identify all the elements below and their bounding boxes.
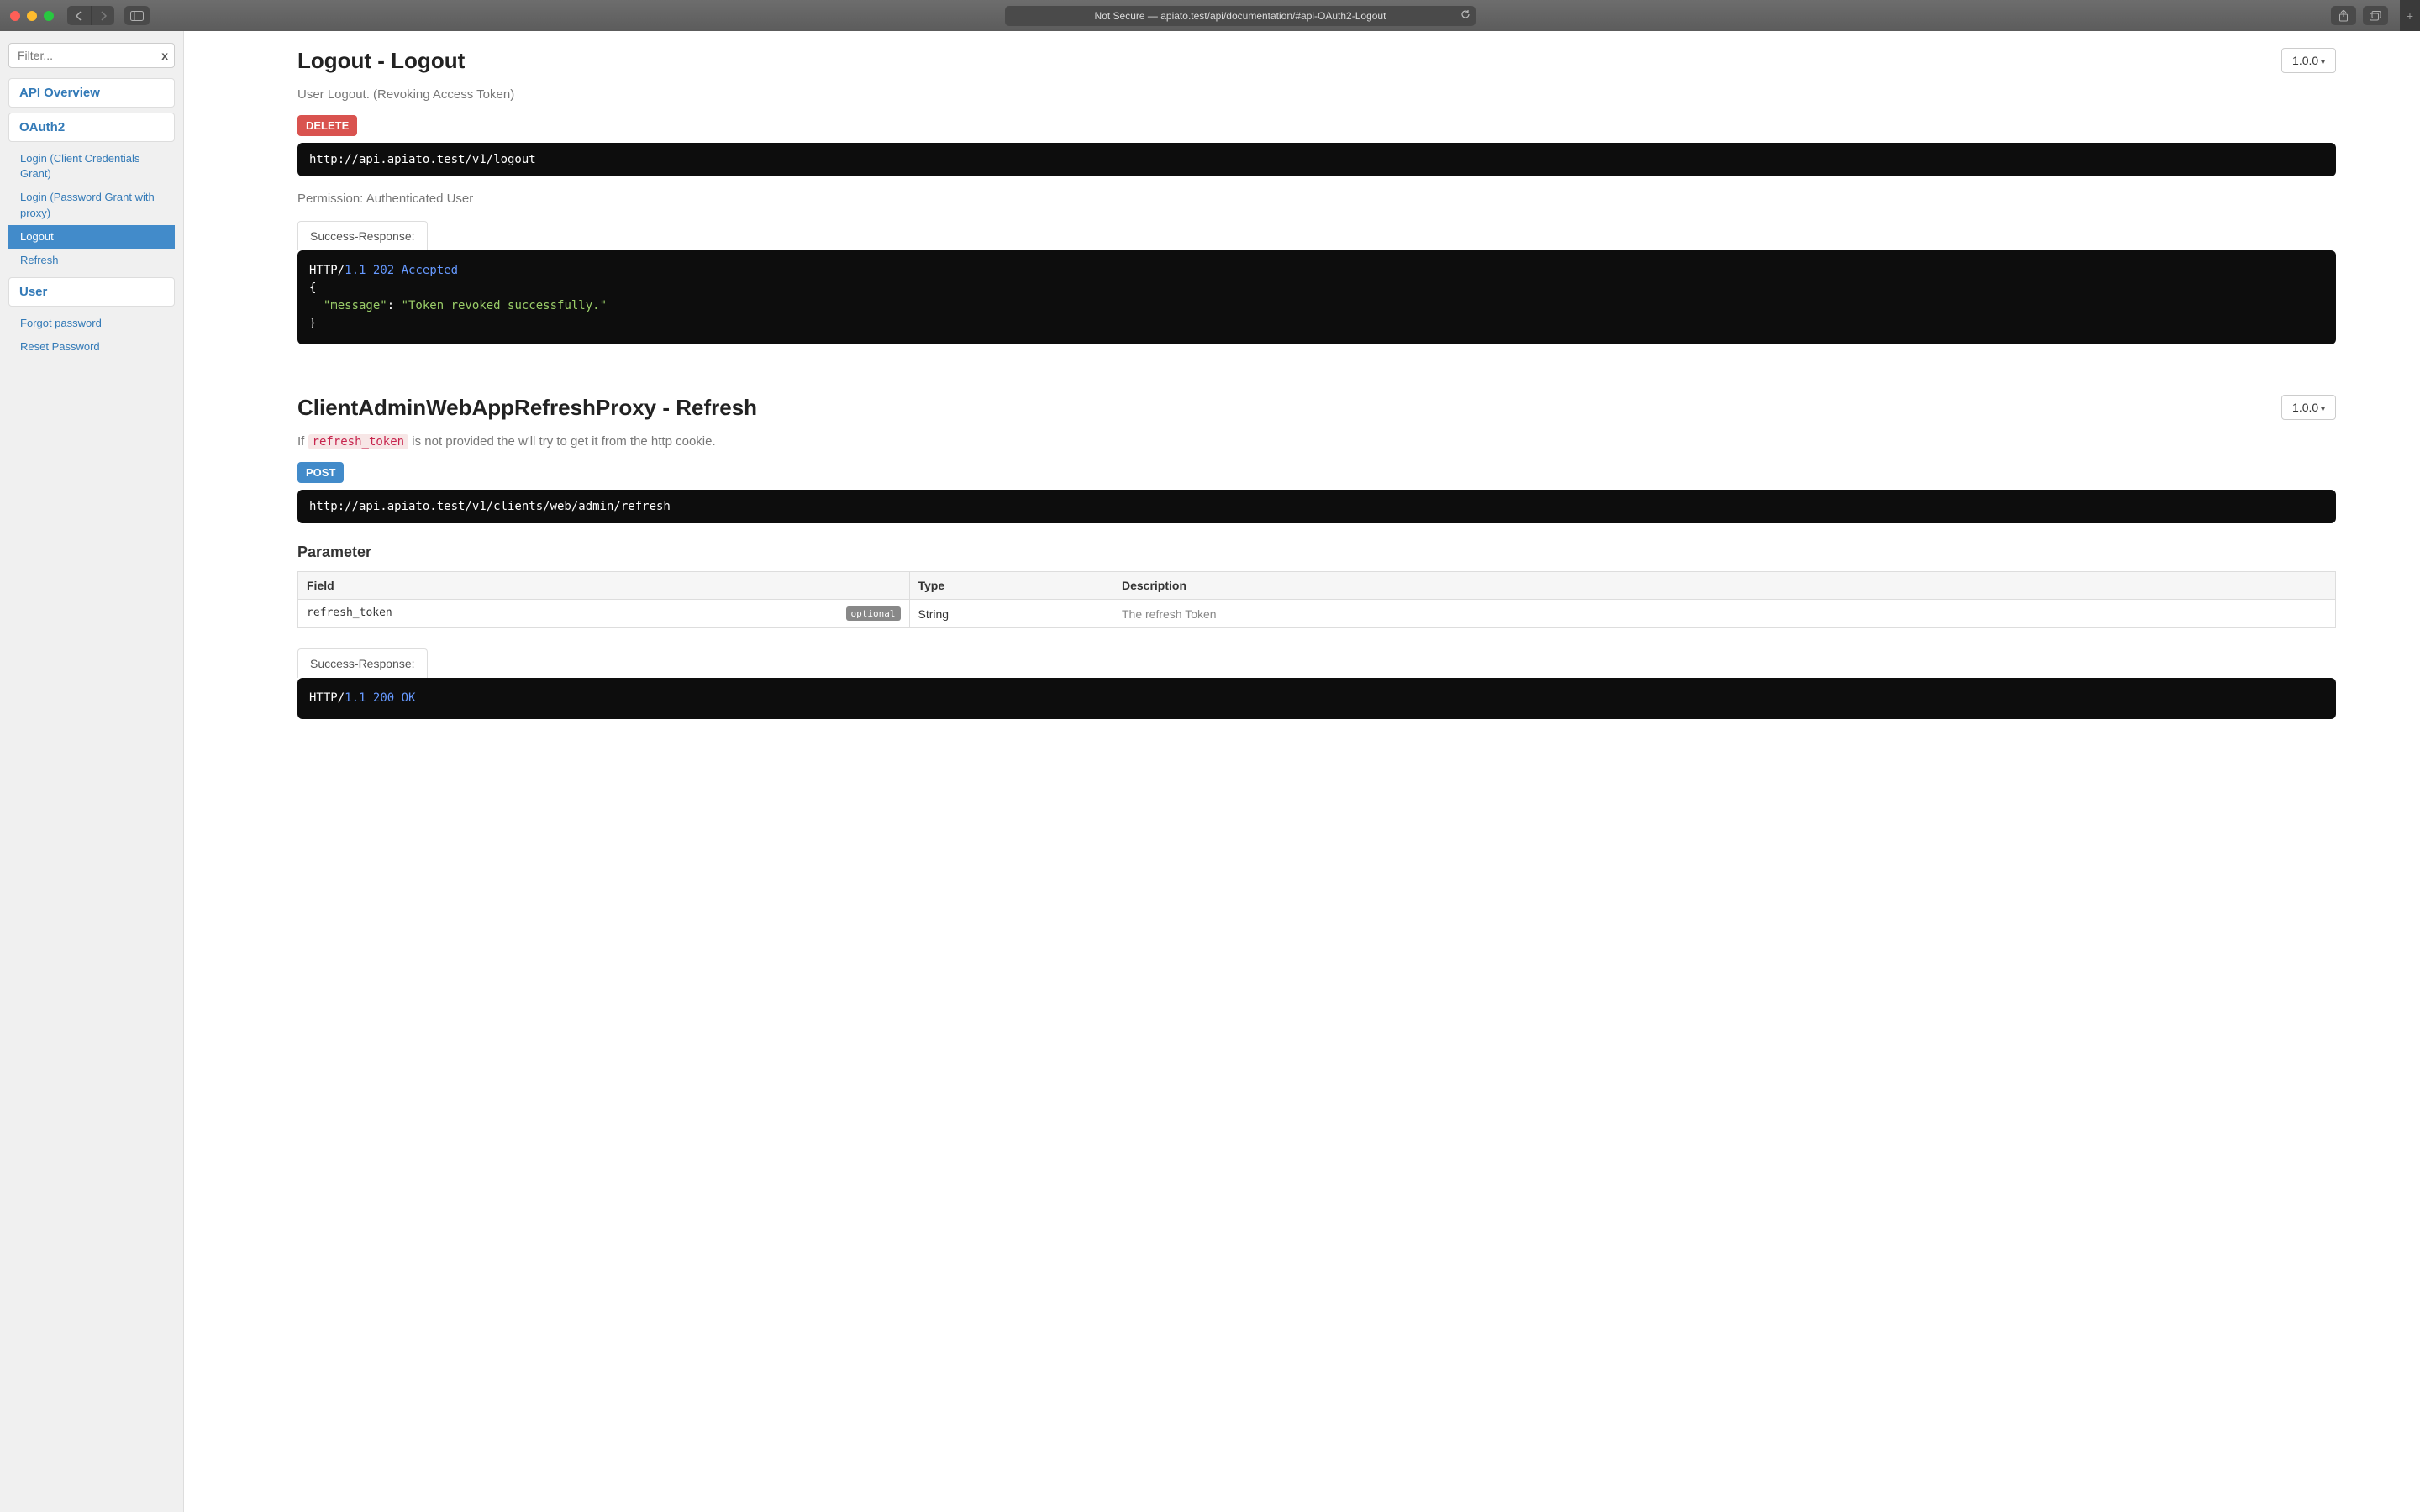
endpoint-description: If refresh_token is not provided the w'l…	[297, 434, 2336, 449]
toolbar-right	[2331, 6, 2388, 25]
main-content[interactable]: Logout - Logout 1.0.0 User Logout. (Revo…	[184, 31, 2420, 1512]
success-response-tab[interactable]: Success-Response:	[297, 648, 428, 678]
http-method-badge: DELETE	[297, 115, 357, 136]
new-tab-button[interactable]: +	[2400, 0, 2420, 31]
back-button[interactable]	[67, 6, 91, 25]
reload-icon[interactable]	[1460, 9, 1470, 22]
tabs-button[interactable]	[2363, 6, 2388, 25]
parameter-heading: Parameter	[297, 543, 2336, 561]
response-code-block: HTTP/1.1 200 OK	[297, 678, 2336, 719]
th-desc: Description	[1113, 572, 2336, 600]
param-field-cell: refresh_token optional	[298, 600, 910, 628]
maximize-window-icon[interactable]	[44, 11, 54, 21]
section-title: API Overview	[19, 86, 164, 100]
endpoint-title: ClientAdminWebAppRefreshProxy - Refresh	[297, 395, 757, 421]
sidebar-item-forgot-password[interactable]: Forgot password	[8, 312, 175, 335]
sidebar-item-reset-password[interactable]: Reset Password	[8, 335, 175, 359]
endpoint-refresh: ClientAdminWebAppRefreshProxy - Refresh …	[297, 395, 2336, 719]
close-window-icon[interactable]	[10, 11, 20, 21]
sidebar: x API Overview OAuth2 Login (Client Cred…	[0, 31, 184, 1512]
forward-button[interactable]	[91, 6, 114, 25]
http-method-badge: POST	[297, 462, 344, 483]
endpoint-logout: Logout - Logout 1.0.0 User Logout. (Revo…	[297, 48, 2336, 344]
param-type-cell: String	[909, 600, 1113, 628]
sidebar-section-overview[interactable]: API Overview	[8, 78, 175, 108]
endpoint-description: User Logout. (Revoking Access Token)	[297, 87, 2336, 102]
browser-toolbar: Not Secure — apiato.test/api/documentati…	[0, 0, 2420, 31]
version-dropdown[interactable]: 1.0.0	[2281, 395, 2336, 420]
sidebar-toggle-button[interactable]	[124, 6, 150, 25]
param-desc-cell: The refresh Token	[1113, 600, 2336, 628]
section-title: OAuth2	[19, 120, 164, 134]
success-response-tab[interactable]: Success-Response:	[297, 221, 428, 250]
th-field: Field	[298, 572, 910, 600]
url-text: Not Secure — apiato.test/api/documentati…	[1095, 10, 1386, 22]
endpoint-title: Logout - Logout	[297, 48, 465, 74]
address-bar[interactable]: Not Secure — apiato.test/api/documentati…	[1005, 6, 1476, 26]
response-code-block: HTTP/1.1 202 Accepted { "message": "Toke…	[297, 250, 2336, 344]
share-button[interactable]	[2331, 6, 2356, 25]
sidebar-item-logout[interactable]: Logout	[8, 225, 175, 249]
filter-wrap: x	[8, 43, 175, 68]
section-title: User	[19, 285, 164, 299]
optional-badge: optional	[846, 606, 901, 621]
sidebar-item-login-password-grant[interactable]: Login (Password Grant with proxy)	[8, 186, 175, 224]
window-controls	[10, 11, 54, 21]
filter-input[interactable]	[8, 43, 175, 68]
minimize-window-icon[interactable]	[27, 11, 37, 21]
sidebar-item-login-client-credentials[interactable]: Login (Client Credentials Grant)	[8, 147, 175, 186]
inline-code: refresh_token	[308, 434, 409, 449]
endpoint-url: http://api.apiato.test/v1/clients/web/ad…	[297, 490, 2336, 523]
sidebar-section-oauth2[interactable]: OAuth2	[8, 113, 175, 142]
sidebar-section-user[interactable]: User	[8, 277, 175, 307]
clear-filter-icon[interactable]: x	[161, 49, 168, 62]
user-items: Forgot password Reset Password	[8, 312, 175, 359]
oauth2-items: Login (Client Credentials Grant) Login (…	[8, 147, 175, 272]
permission-label: Permission: Authenticated User	[297, 192, 2336, 206]
sidebar-item-refresh[interactable]: Refresh	[8, 249, 175, 272]
table-row: refresh_token optional String The refres…	[298, 600, 2336, 628]
version-dropdown[interactable]: 1.0.0	[2281, 48, 2336, 73]
parameter-table: Field Type Description refresh_token opt…	[297, 571, 2336, 628]
nav-buttons	[67, 6, 114, 25]
endpoint-url: http://api.apiato.test/v1/logout	[297, 143, 2336, 176]
th-type: Type	[909, 572, 1113, 600]
